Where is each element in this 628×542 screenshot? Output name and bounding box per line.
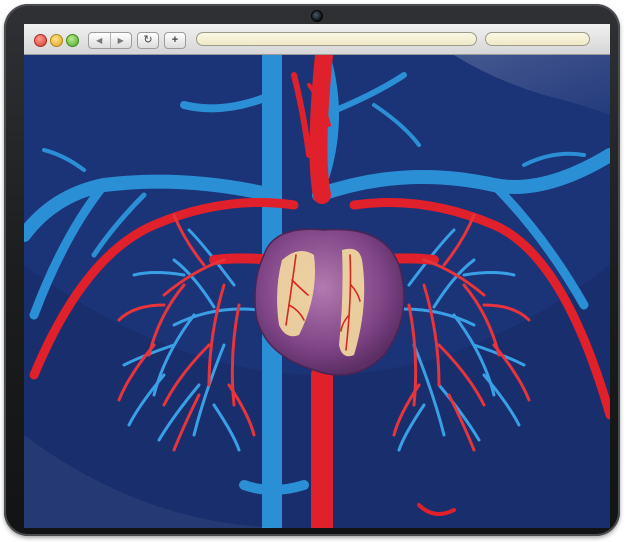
device-frame: ◀ ▶ ↻ + bbox=[4, 4, 620, 536]
heart-circulation-illustration bbox=[24, 55, 610, 528]
back-forward-group: ◀ ▶ bbox=[88, 32, 132, 49]
arrow-right-icon: ▶ bbox=[117, 36, 124, 45]
close-window-button[interactable] bbox=[34, 34, 47, 47]
new-tab-button[interactable]: + bbox=[164, 32, 186, 49]
forward-button[interactable]: ▶ bbox=[109, 33, 132, 48]
page-content bbox=[24, 55, 610, 528]
camera-icon bbox=[311, 10, 323, 22]
search-field[interactable] bbox=[485, 32, 590, 46]
browser-window: ◀ ▶ ↻ + bbox=[24, 24, 610, 528]
browser-toolbar: ◀ ▶ ↻ + bbox=[24, 24, 610, 55]
minimize-window-button[interactable] bbox=[50, 34, 63, 47]
zoom-window-button[interactable] bbox=[66, 34, 79, 47]
arrow-left-icon: ◀ bbox=[96, 36, 103, 45]
reload-button[interactable]: ↻ bbox=[137, 32, 159, 49]
plus-icon: + bbox=[171, 34, 179, 46]
address-bar[interactable] bbox=[196, 32, 477, 46]
reload-icon: ↻ bbox=[143, 34, 153, 46]
back-button[interactable]: ◀ bbox=[89, 33, 110, 48]
